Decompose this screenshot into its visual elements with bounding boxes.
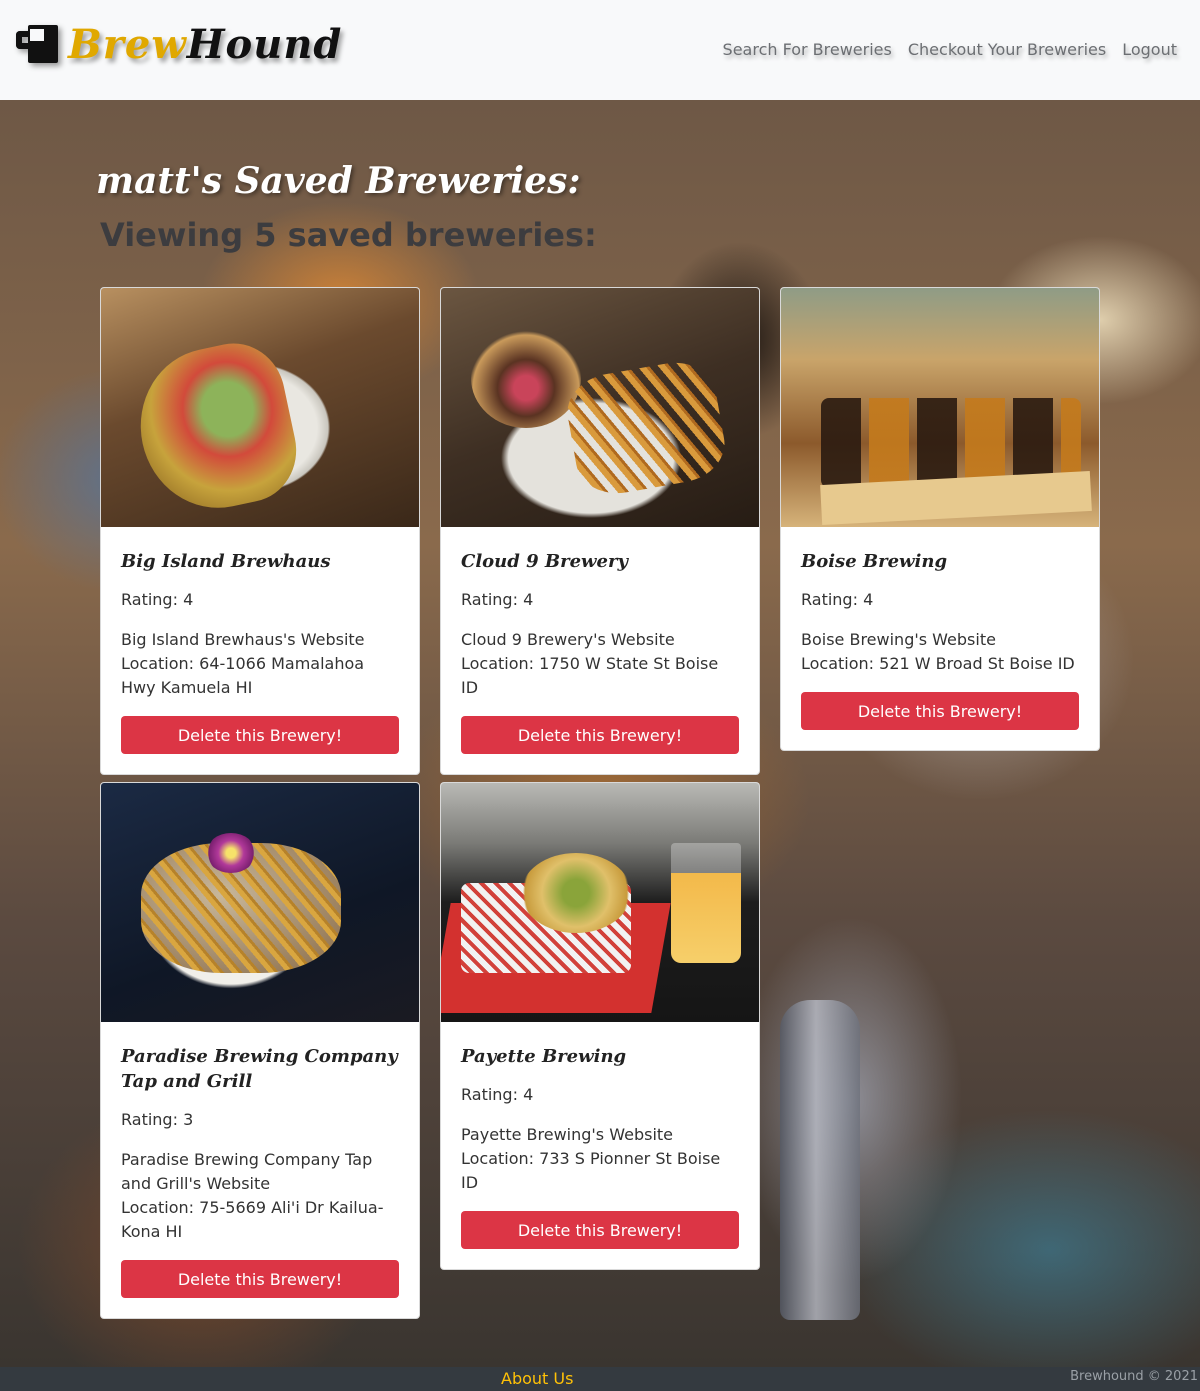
brewery-website-link[interactable]: Cloud 9 Brewery's Website — [461, 628, 739, 652]
delete-brewery-button[interactable]: Delete this Brewery! — [801, 692, 1079, 730]
brewery-location: Location: 75-5669 Ali'i Dr Kailua-Kona H… — [121, 1198, 384, 1241]
brewery-name: Cloud 9 Brewery — [461, 551, 628, 572]
beer-mug-icon — [16, 23, 60, 65]
navbar: BrewHound Search For Breweries Checkout … — [0, 0, 1200, 100]
footer-about-link[interactable]: About Us — [501, 1369, 573, 1388]
brewery-location: Location: 733 S Pionner St Boise ID — [461, 1149, 721, 1192]
brewery-photo — [781, 288, 1099, 527]
brewery-rating: Rating: 4 — [121, 590, 194, 609]
brewery-rating: Rating: 4 — [461, 590, 534, 609]
brewery-rating: Rating: 4 — [461, 1085, 534, 1104]
brand-logo[interactable]: BrewHound — [16, 21, 342, 68]
nav-search-breweries[interactable]: Search For Breweries — [723, 40, 892, 59]
brewery-card: Payette Brewing Rating: 4 Payette Brewin… — [440, 782, 760, 1270]
brewery-name: Payette Brewing — [461, 1046, 627, 1067]
delete-brewery-button[interactable]: Delete this Brewery! — [121, 716, 399, 754]
delete-brewery-button[interactable]: Delete this Brewery! — [461, 1211, 739, 1249]
brewery-card: Boise Brewing Rating: 4 Boise Brewing's … — [780, 287, 1100, 751]
brewery-location: Location: 64-1066 Mamalahoa Hwy Kamuela … — [121, 654, 365, 697]
brewery-photo — [101, 288, 419, 527]
brewery-website-link[interactable]: Big Island Brewhaus's Website — [121, 628, 399, 652]
brewery-card: Cloud 9 Brewery Rating: 4 Cloud 9 Brewer… — [440, 287, 760, 775]
delete-brewery-button[interactable]: Delete this Brewery! — [461, 716, 739, 754]
brewery-photo — [101, 783, 419, 1022]
brand-name: BrewHound — [68, 21, 342, 68]
brewery-name: Big Island Brewhaus — [121, 551, 331, 572]
nav-logout[interactable]: Logout — [1122, 40, 1177, 59]
brewery-location: Location: 1750 W State St Boise ID — [461, 654, 719, 697]
brewery-name: Boise Brewing — [801, 551, 948, 572]
page-title: matt's Saved Breweries: — [96, 160, 581, 202]
footer: About Us Brewhound © 2021 — [0, 1367, 1200, 1391]
brand-name-hound: Hound — [186, 20, 343, 68]
brewery-name: Paradise Brewing Company Tap and Grill — [121, 1046, 398, 1092]
brand-name-brew: Brew — [68, 20, 187, 68]
brewery-rating: Rating: 3 — [121, 1110, 194, 1129]
brewery-photo — [441, 783, 759, 1022]
brewery-website-link[interactable]: Payette Brewing's Website — [461, 1123, 739, 1147]
brewery-website-link[interactable]: Paradise Brewing Company Tap and Grill's… — [121, 1148, 399, 1196]
footer-copyright: Brewhound © 2021 — [1070, 1369, 1198, 1384]
brewery-card: Big Island Brewhaus Rating: 4 Big Island… — [100, 287, 420, 775]
brewery-card: Paradise Brewing Company Tap and Grill R… — [100, 782, 420, 1319]
nav-checkout-breweries[interactable]: Checkout Your Breweries — [908, 40, 1106, 59]
brewery-photo — [441, 288, 759, 527]
nav-links: Search For Breweries Checkout Your Brewe… — [723, 40, 1177, 59]
brewery-rating: Rating: 4 — [801, 590, 874, 609]
brewery-location: Location: 521 W Broad St Boise ID — [801, 654, 1075, 673]
page-subtitle: Viewing 5 saved breweries: — [100, 216, 597, 254]
brewery-website-link[interactable]: Boise Brewing's Website — [801, 628, 1079, 652]
delete-brewery-button[interactable]: Delete this Brewery! — [121, 1260, 399, 1298]
background-beer-tap — [780, 1000, 860, 1320]
